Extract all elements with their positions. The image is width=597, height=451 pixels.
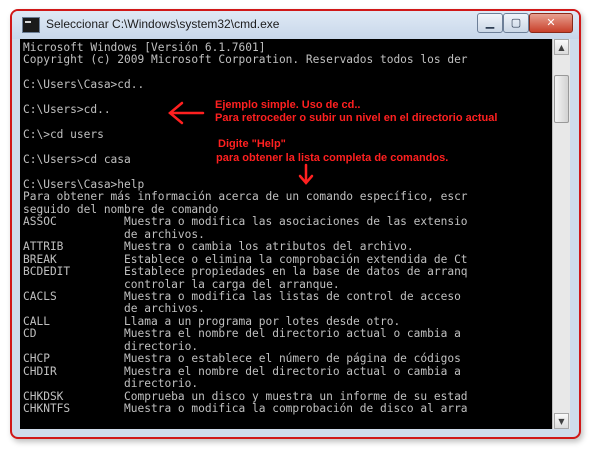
annotation-note1-line2: Para retroceder o subir un nivel en el d…: [215, 112, 498, 124]
annotation-note2-line1: Digite "Help": [218, 138, 286, 150]
annotation-arrows: [168, 101, 314, 185]
annotation-note1-line1: Ejemplo simple. Uso de cd..: [215, 99, 361, 111]
down-arrow-icon: [298, 163, 314, 185]
annotation-note2-line2: para obtener la lista completa de comand…: [216, 152, 449, 164]
left-arrow-icon: [168, 101, 205, 125]
